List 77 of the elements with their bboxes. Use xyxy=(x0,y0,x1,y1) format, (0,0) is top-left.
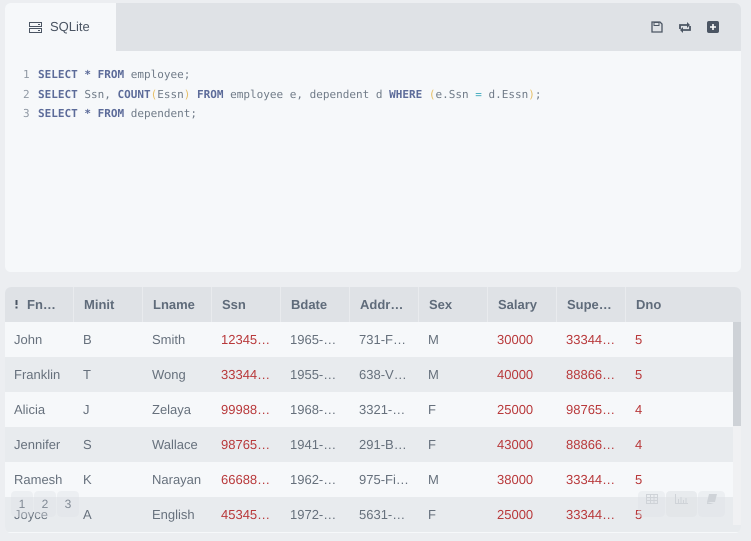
table-cell-text: Alicia xyxy=(14,400,46,419)
table-cell-text: 33344… xyxy=(221,366,270,384)
page-button[interactable]: 3 xyxy=(57,491,79,517)
book-icon xyxy=(706,494,717,504)
table-cell-text: 1968-… xyxy=(290,400,336,419)
table-cell-text: 40000 xyxy=(497,366,534,384)
line-number: 2 xyxy=(23,86,31,102)
table-cell-text: M xyxy=(428,366,439,384)
table-cell-text: Wong xyxy=(152,366,186,384)
table-cell-text: 33344… xyxy=(566,506,616,524)
table-cell-text: 33344… xyxy=(566,330,616,349)
table-cell-text: 1972-… xyxy=(290,506,336,524)
table-cell-text: 5 xyxy=(635,366,642,384)
table-cell-text: John xyxy=(14,330,42,349)
table-cell-text: J xyxy=(83,400,90,419)
table-cell-text: 98765… xyxy=(566,400,616,419)
table-cell-text: Jennifer xyxy=(14,436,60,454)
table-cell-text: 25000 xyxy=(497,400,534,419)
table-cell-text: Wallace xyxy=(152,436,198,454)
table-cell-text: B xyxy=(83,330,92,349)
add-icon[interactable] xyxy=(707,21,719,33)
table-cell-text: 5 xyxy=(635,470,642,489)
table-cell-text: 4 xyxy=(635,436,642,454)
table-cell-text: M xyxy=(428,470,439,489)
table-cell-text: 5 xyxy=(635,506,642,524)
scrollbar[interactable] xyxy=(733,322,741,525)
table-cell-text: 12345… xyxy=(221,330,270,349)
table-cell-text: 88866… xyxy=(566,366,616,384)
sqlite-tab[interactable]: SQLite xyxy=(5,3,116,51)
table-cell-text: 43000 xyxy=(497,436,534,454)
table-cell-text: 4 xyxy=(635,400,642,419)
refresh-icon[interactable] xyxy=(678,22,692,32)
table-cell-text: 88866… xyxy=(566,436,616,454)
save-icon[interactable] xyxy=(651,21,663,33)
table-cell-text: English xyxy=(152,506,195,524)
bar-chart-icon xyxy=(675,494,688,504)
code-line: SELECT Ssn, COUNT(Essn) FROM employee e, dependent d WHERE (e.Ssn = d.Essn); xyxy=(38,86,542,102)
table-cell-text: F xyxy=(428,400,436,419)
table-cell-text: M xyxy=(428,330,439,349)
table-cell-text: 30000 xyxy=(497,330,534,349)
table-cell-text: 638-V… xyxy=(359,366,407,384)
table-cell-text: 99988… xyxy=(221,400,270,419)
line-number: 1 xyxy=(23,67,31,83)
table-cell-text: A xyxy=(83,506,92,524)
table-cell-text: F xyxy=(428,436,436,454)
table-cell-text: Ramesh xyxy=(14,470,62,489)
table-cell-text: 25000 xyxy=(497,506,534,524)
table-cell-text: 975-Fi… xyxy=(359,470,409,489)
table-cell-text: 5631-… xyxy=(359,506,406,524)
table-cell-text: 1955-… xyxy=(290,366,336,384)
table-cell-text: 45345… xyxy=(221,506,270,524)
table-cell-text: 5 xyxy=(635,330,642,349)
table-cell-text: F xyxy=(428,506,436,524)
line-number: 3 xyxy=(23,106,31,122)
drag-handle-icon[interactable] xyxy=(15,300,18,309)
server-icon xyxy=(29,22,42,32)
column-header[interactable]: Dno xyxy=(626,287,727,322)
table-cell-text: S xyxy=(83,436,92,454)
table-cell-text: 98765… xyxy=(221,436,270,454)
table-cell-text: K xyxy=(83,470,92,489)
table-cell-text: 291-B… xyxy=(359,436,407,454)
table-cell-text: 38000 xyxy=(497,470,534,489)
table-cell-text: 1962-… xyxy=(290,470,336,489)
table-cell-text: T xyxy=(83,366,91,384)
code-line: SELECT * FROM dependent; xyxy=(38,106,197,122)
table-cell-text: 1941-… xyxy=(290,436,336,454)
table-cell-text: 3321-… xyxy=(359,400,406,419)
table-cell-text: Zelaya xyxy=(152,400,192,419)
table-cell-text: Smith xyxy=(152,330,186,349)
table-cell-text: 731-F… xyxy=(359,330,406,349)
table-cell-text: 66688… xyxy=(221,470,270,489)
table-icon xyxy=(646,494,658,504)
table-cell-text: Narayan xyxy=(152,470,202,489)
code-line: SELECT * FROM employee; xyxy=(38,67,190,83)
table-cell-text: Franklin xyxy=(14,366,60,384)
table-cell-text: 33344… xyxy=(566,470,616,489)
table-cell-text: 1965-… xyxy=(290,330,336,349)
